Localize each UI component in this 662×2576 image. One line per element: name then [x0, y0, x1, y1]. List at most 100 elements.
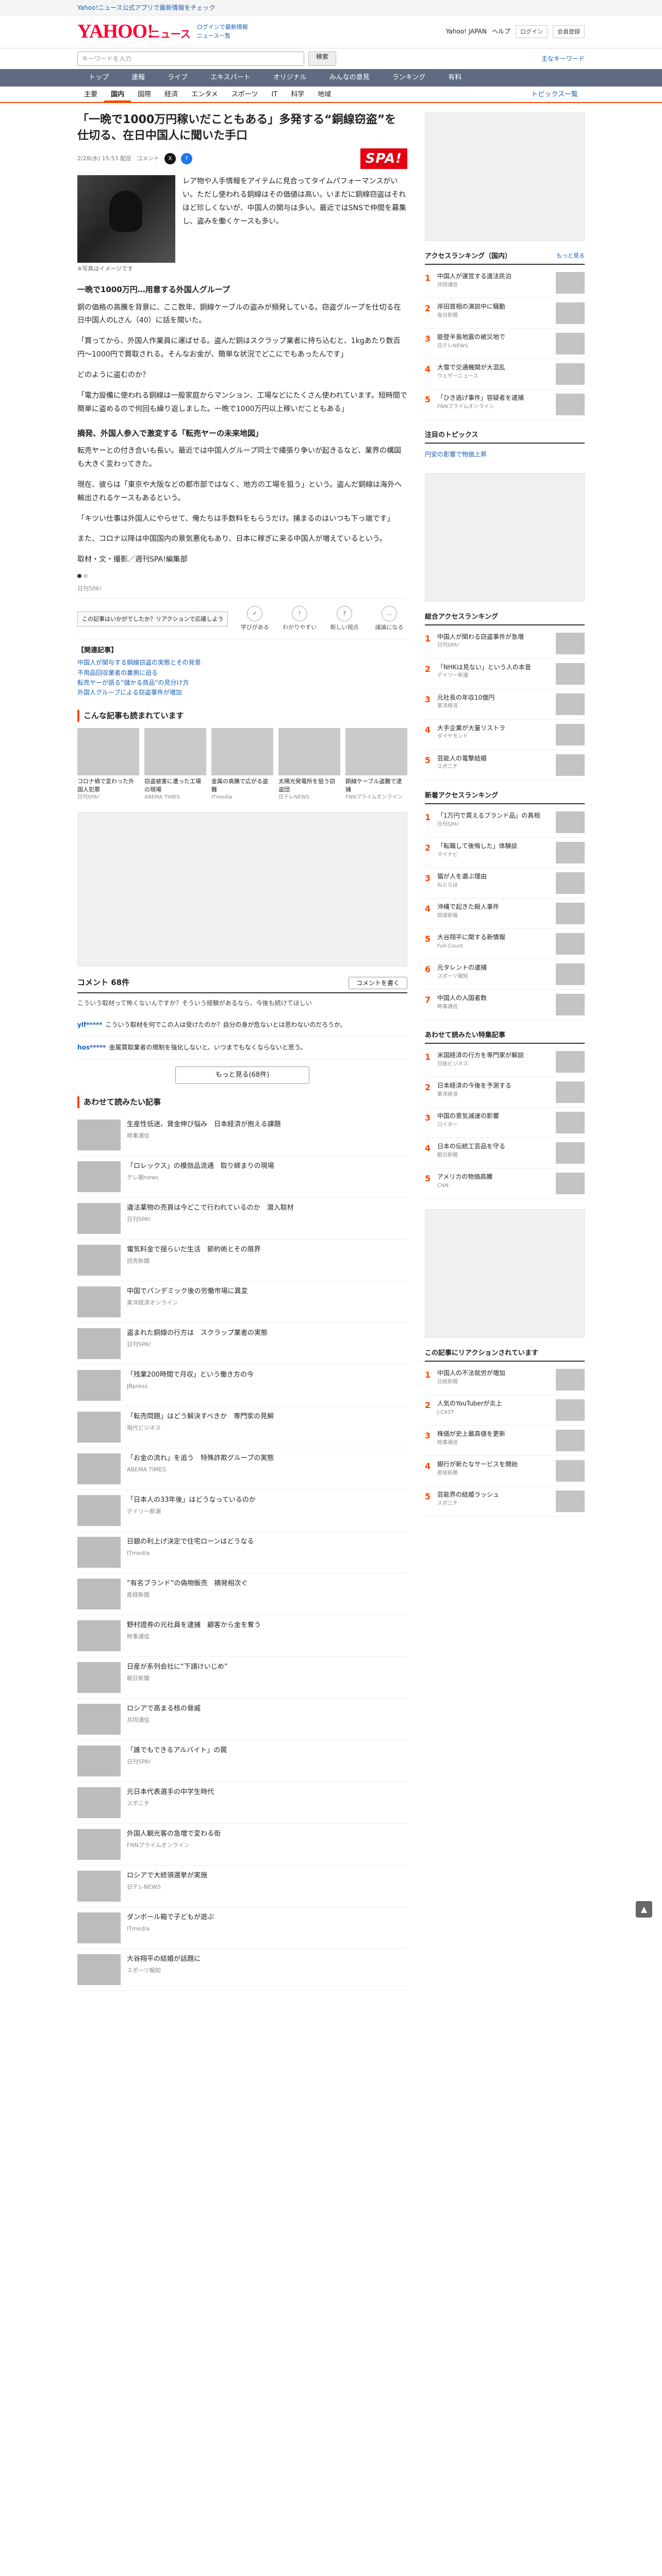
article-list-item[interactable]: 「誰でもできるアルバイト」の罠 日刊SPA!	[77, 1740, 407, 1783]
tab-entertainment[interactable]: エンタメ	[185, 87, 225, 102]
ranking-item[interactable]: 6 元タレントの逮捕 スポーツ報知	[425, 959, 585, 990]
sidebar-ad[interactable]	[425, 472, 585, 602]
ranking-item[interactable]: 1 「1万円で買えるブランド品」の真相 日刊SPA!	[425, 807, 585, 838]
ranking-item[interactable]: 2 「転職して後悔した」体験談 マイナビ	[425, 838, 585, 869]
pagination-dots[interactable]	[77, 574, 407, 579]
article-list-item[interactable]: 「日本人の33年後」はどうなっているのか デイリー新潮	[77, 1490, 407, 1532]
topics-list-link[interactable]: トピックス一覧	[524, 87, 585, 102]
topics-item[interactable]: 円安の影響で物価上昇	[425, 447, 585, 463]
article-list-item[interactable]: 外国人観光客の急増で変わる街 FNNプライムオンライン	[77, 1824, 407, 1866]
reaction-learn-button[interactable]: ✓ 学びがある	[237, 606, 273, 632]
header-link-1[interactable]: ニュース一覧	[197, 32, 248, 41]
sidebar-ad[interactable]	[425, 112, 585, 241]
ranking-item[interactable]: 7 中国人の入国者数 時事通信	[425, 990, 585, 1021]
article-list-item[interactable]: 違法薬物の売買は今どこで行われているのか 潜入取材 日刊SPA!	[77, 1198, 407, 1240]
top-strip-link[interactable]: Yahoo!ニュース公式アプリで最新情報をチェック	[77, 4, 216, 11]
related-link[interactable]: 不用品回収業者の裏側に迫る	[77, 668, 407, 678]
reaction-new-button[interactable]: ? 新しい視点	[326, 606, 362, 632]
article-list-item[interactable]: 電気料金で揺らいだ生活 節約術とその限界 読売新聞	[77, 1240, 407, 1282]
tab-science[interactable]: 科学	[284, 87, 311, 102]
related-link[interactable]: 外国人グループによる窃盗事件が増加	[77, 688, 407, 698]
ranking-item[interactable]: 2 人気のYouTuberが炎上 J-CAST	[425, 1395, 585, 1426]
ranking-item[interactable]: 3 猫が人を選ぶ理由 ねとらぼ	[425, 868, 585, 899]
tab-economy[interactable]: 経済	[158, 87, 185, 102]
tab-sports[interactable]: スポーツ	[225, 87, 265, 102]
gnav-expert[interactable]: エキスパート	[199, 69, 262, 87]
gnav-opinion[interactable]: みんなの意見	[318, 69, 381, 87]
article-list-item[interactable]: 「残業200時間で月収」という働き方の今 JBpress	[77, 1365, 407, 1407]
ranking-item[interactable]: 3 中国の景気減速の影響 ロイター	[425, 1108, 585, 1139]
related-link[interactable]: 転売ヤーが語る“儲かる商品”の見分け方	[77, 678, 407, 688]
search-button[interactable]: 検索	[308, 52, 337, 66]
ranking-item[interactable]: 2 岸田首相の演説中に騒動 毎日新聞	[425, 298, 585, 329]
ranking-item[interactable]: 1 中国人の不法就労が増加 日経新聞	[425, 1365, 585, 1396]
ranking-item[interactable]: 2 「NHKは見ない」という人の本音 デイリー新潮	[425, 659, 585, 690]
article-list-item[interactable]: 中国でパンデミック後の労働市場に異変 東洋経済オンライン	[77, 1281, 407, 1324]
ranking-item[interactable]: 5 大谷翔平に関する新情報 Full-Count	[425, 929, 585, 960]
ranking-item[interactable]: 2 日本経済の今後を予測する 東洋経済	[425, 1077, 585, 1108]
yahoo-japan-link[interactable]: Yahoo! JAPAN	[446, 27, 487, 37]
ranking-item[interactable]: 4 日本の伝統工芸品を守る 朝日新聞	[425, 1138, 585, 1169]
article-list-item[interactable]: 生産性低迷、賃金伸び悩み 日本経済が抱える課題 時事通信	[77, 1114, 407, 1157]
ranking-item[interactable]: 4 銀行が新たなサービスを開始 産経新聞	[425, 1456, 585, 1487]
related-link[interactable]: 中国人が関与する銅線窃盗の実態とその背景	[77, 658, 407, 668]
gnav-paid[interactable]: 有料	[437, 69, 473, 87]
ranking-item[interactable]: 3 元社長の年収10億円 東洋経済	[425, 689, 585, 720]
ranking-item[interactable]: 3 能登半島地震の被災地で 日テレNEWS	[425, 329, 585, 360]
tab-local[interactable]: 地域	[311, 87, 338, 102]
gnav-flash[interactable]: 速報	[120, 69, 156, 87]
register-button[interactable]: 会員登録	[553, 25, 585, 39]
article-source[interactable]: 日刊SPA!	[77, 584, 407, 593]
ranking-item[interactable]: 3 株価が史上最高値を更新 時事通信	[425, 1426, 585, 1456]
search-input[interactable]: キーワードを入力	[77, 52, 304, 66]
gnav-live[interactable]: ライブ	[156, 69, 199, 87]
header-link-0[interactable]: ログインで最新情報	[197, 23, 248, 32]
article-list-item[interactable]: 「ロレックス」の模倣品流通 取り締まりの現場 テレ朝news	[77, 1156, 407, 1198]
ranking-more-link[interactable]: もっと見る	[556, 251, 585, 262]
search-keywords-link[interactable]: 主なキーワード	[541, 54, 585, 64]
x-share-icon[interactable]: X	[164, 152, 176, 164]
publisher-logo[interactable]: SPA!	[360, 148, 407, 169]
recommend-card[interactable]: 銅線ケーブル盗難で逮捕 FNNプライムオンライン	[345, 728, 407, 801]
article-list-item[interactable]: ロシアで高まる核の脅威 共同通信	[77, 1699, 407, 1741]
article-list-item[interactable]: 「転売問題」はどう解決すべきか 専門家の見解 現代ビジネス	[77, 1406, 407, 1449]
article-list-item[interactable]: 日銀の利上げ決定で住宅ローンはどうなる ITmedia	[77, 1532, 407, 1574]
tab-main[interactable]: 主要	[77, 87, 104, 102]
ranking-item[interactable]: 5 芸能界の結婚ラッシュ スポニチ	[425, 1486, 585, 1517]
recommend-card[interactable]: 金属の高騰で広がる盗難 ITmedia	[211, 728, 273, 801]
sidebar-ad[interactable]	[425, 1209, 585, 1338]
recommend-card[interactable]: コロナ禍で変わった外国人犯罪 日刊SPA!	[77, 728, 139, 801]
gnav-top[interactable]: トップ	[77, 69, 120, 87]
article-list-item[interactable]: 「お金の流れ」を追う 特殊詐欺グループの実態 ABEMA TIMES	[77, 1448, 407, 1490]
more-comments-button[interactable]: もっと見る(68件)	[175, 1066, 309, 1084]
article-list-item[interactable]: 大谷翔平の結婚が話題に スポーツ報知	[77, 1949, 407, 1991]
ranking-item[interactable]: 5 「ひき逃げ事件」容疑者を逮捕 FNNプライムオンライン	[425, 389, 585, 420]
tab-domestic[interactable]: 国内	[104, 87, 131, 102]
article-list-item[interactable]: ダンボール箱で子どもが遊ぶ ITmedia	[77, 1907, 407, 1950]
ranking-item[interactable]: 4 沖縄で起きた殺人事件 琉球新報	[425, 899, 585, 929]
recommend-card[interactable]: 太陽光発電所を狙う窃盗団 日テレNEWS	[278, 728, 340, 801]
ranking-item[interactable]: 1 米国経済の行方を専門家が解説 日経ビジネス	[425, 1047, 585, 1078]
reaction-clear-button[interactable]: ! わかりやすい	[282, 606, 318, 632]
page-top-button[interactable]: ▲	[636, 1901, 652, 1918]
ranking-item[interactable]: 4 大雪で交通機関が大混乱 ウェザーニュース	[425, 359, 585, 390]
gnav-ranking[interactable]: ランキング	[381, 69, 437, 87]
article-list-item[interactable]: 日産が系列会社に“下請けいじめ” 朝日新聞	[77, 1657, 407, 1699]
facebook-share-icon[interactable]: f	[180, 152, 192, 164]
gnav-original[interactable]: オリジナル	[262, 69, 318, 87]
write-comment-button[interactable]: コメントを書く	[348, 976, 407, 990]
ad-slot[interactable]	[77, 811, 407, 967]
ranking-item[interactable]: 4 大手企業が大量リストラ ダイヤモンド	[425, 720, 585, 751]
article-list-item[interactable]: 野村證券の元社員を逮捕 顧客から金を奪う 時事通信	[77, 1615, 407, 1657]
login-button[interactable]: ログイン	[516, 25, 548, 39]
help-link[interactable]: ヘルプ	[492, 27, 510, 37]
article-list-item[interactable]: ロシアで大統領選挙が実施 日テレNEWS	[77, 1866, 407, 1908]
article-list-item[interactable]: 元日本代表選手の中学生時代 スポニチ	[77, 1782, 407, 1824]
ranking-item[interactable]: 5 アメリカの物価高騰 CNN	[425, 1168, 585, 1199]
lead-photo[interactable]	[77, 175, 175, 263]
ranking-item[interactable]: 5 芸能人の電撃結婚 スポニチ	[425, 750, 585, 781]
article-list-item[interactable]: “有名ブランド”の偽物販売 摘発相次ぐ 産経新聞	[77, 1573, 407, 1616]
ranking-item[interactable]: 1 中国人が関わる窃盗事件が急増 日刊SPA!	[425, 629, 585, 659]
recommend-card[interactable]: 窃盗被害に遭った工場の現場 ABEMA TIMES	[144, 728, 206, 801]
ranking-item[interactable]: 1 中国人が運営する違法民泊 共同通信	[425, 268, 585, 299]
